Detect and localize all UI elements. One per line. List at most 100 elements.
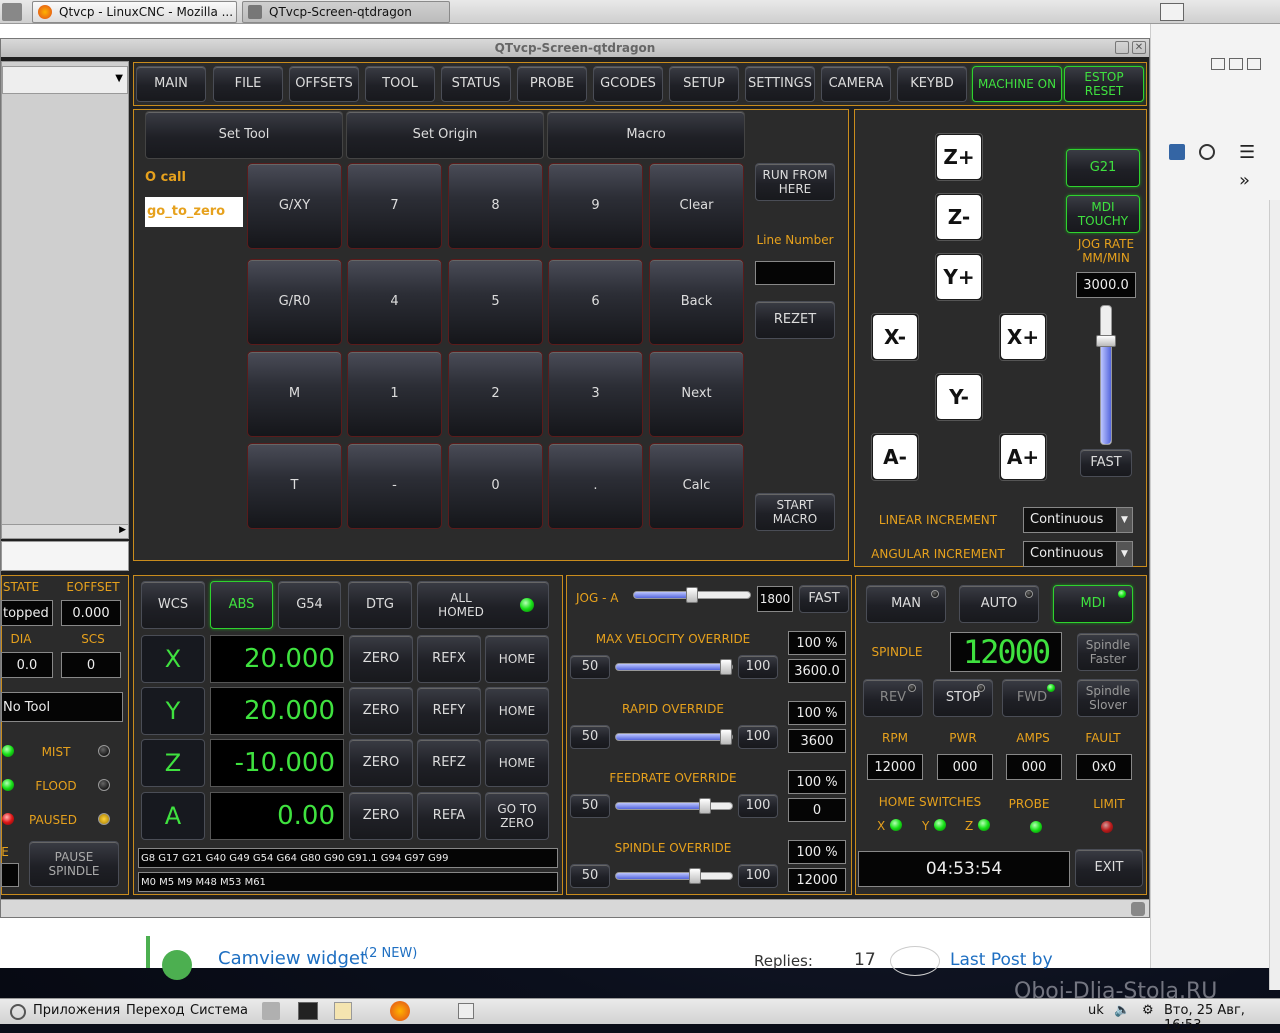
- macro-name-item[interactable]: go_to_zero: [145, 197, 243, 227]
- tab-file[interactable]: FILE: [213, 66, 283, 102]
- taskbar-qtdragon[interactable]: QTvcp-Screen-qtdragon: [242, 1, 450, 23]
- power-icon[interactable]: [10, 1004, 26, 1020]
- keyboard-layout[interactable]: uk: [1088, 1003, 1104, 1018]
- jog-a-slider[interactable]: [633, 587, 751, 603]
- g21-button[interactable]: G21: [1066, 149, 1140, 187]
- jog-a-minus-button[interactable]: A-: [871, 433, 919, 481]
- keypad-key[interactable]: 3: [548, 351, 643, 437]
- show-desktop-icon[interactable]: [2, 3, 22, 21]
- keypad-key[interactable]: 2: [448, 351, 543, 437]
- library-icon[interactable]: [1169, 144, 1185, 160]
- linear-increment-combo[interactable]: Continuous ▼: [1023, 507, 1133, 533]
- keypad-key[interactable]: 0: [448, 443, 543, 529]
- start-macro-button[interactable]: START MACRO: [755, 493, 835, 531]
- spindle-slider[interactable]: [615, 868, 733, 884]
- tab-keybd[interactable]: KEYBD: [897, 66, 967, 102]
- jog-y-plus-button[interactable]: Y+: [935, 253, 983, 301]
- keypad-key[interactable]: Back: [649, 259, 744, 345]
- ref-z-button[interactable]: REFZ: [417, 739, 481, 787]
- tab-main[interactable]: MAIN: [136, 66, 206, 102]
- max_vel-min-button[interactable]: 50: [570, 655, 610, 679]
- system-menu[interactable]: Система: [190, 1003, 248, 1018]
- workspace-icon[interactable]: [1160, 3, 1184, 21]
- estop-reset-button[interactable]: ESTOP RESET: [1064, 66, 1144, 102]
- line-number-input[interactable]: [755, 261, 835, 285]
- rapid-min-button[interactable]: 50: [570, 725, 610, 749]
- jog-z-plus-button[interactable]: Z+: [935, 133, 983, 181]
- browser-scrollbar[interactable]: [1269, 200, 1280, 990]
- tab-settings[interactable]: SETTINGS: [745, 66, 815, 102]
- account-icon[interactable]: [1199, 144, 1215, 160]
- zero-y-button[interactable]: ZERO: [349, 687, 413, 735]
- jog-a-knob[interactable]: [686, 587, 698, 603]
- keypad-key[interactable]: 7: [347, 163, 442, 249]
- jog-y-minus-button[interactable]: Y-: [935, 373, 983, 421]
- file-path-combo[interactable]: ▼: [2, 66, 128, 94]
- spindle-slower-button[interactable]: Spindle Slover: [1077, 679, 1139, 717]
- keypad-key[interactable]: 6: [548, 259, 643, 345]
- horizontal-scrollbar[interactable]: ▶: [2, 524, 128, 538]
- dtg-button[interactable]: DTG: [348, 581, 412, 629]
- clock[interactable]: Вто, 25 Авг, 16:53: [1164, 1003, 1280, 1033]
- ref-a-button[interactable]: REFA: [417, 792, 481, 840]
- feed-slider[interactable]: [615, 798, 733, 814]
- ref-y-button[interactable]: REFY: [417, 687, 481, 735]
- set-tool-button[interactable]: Set Tool: [145, 111, 343, 159]
- keypad-key[interactable]: Calc: [649, 443, 744, 529]
- tab-probe[interactable]: PROBE: [517, 66, 587, 102]
- spindle-min-button[interactable]: 50: [570, 864, 610, 888]
- ref-x-button[interactable]: REFX: [417, 635, 481, 683]
- tab-setup[interactable]: SETUP: [669, 66, 739, 102]
- go-menu[interactable]: Переход: [126, 1003, 185, 1018]
- spindle-faster-button[interactable]: Spindle Faster: [1077, 633, 1139, 671]
- axis-x-button[interactable]: X: [141, 635, 205, 683]
- close-button[interactable]: ✕: [1132, 41, 1146, 54]
- zero-a-button[interactable]: ZERO: [349, 792, 413, 840]
- rapid-knob[interactable]: [720, 729, 732, 745]
- tab-status[interactable]: STATUS: [441, 66, 511, 102]
- last-post-link[interactable]: Last Post by: [950, 950, 1053, 970]
- keypad-key[interactable]: 9: [548, 163, 643, 249]
- keypad-key[interactable]: 8: [448, 163, 543, 249]
- tab-offsets[interactable]: OFFSETS: [289, 66, 359, 102]
- machine-on-button[interactable]: MACHINE ON: [972, 66, 1062, 102]
- forum-topic-link[interactable]: Camview widget: [218, 948, 367, 969]
- keypad-key[interactable]: T: [247, 443, 342, 529]
- jog-a-fast-button[interactable]: FAST: [799, 585, 849, 613]
- abs-button[interactable]: ABS: [210, 581, 273, 629]
- jog-x-minus-button[interactable]: X-: [871, 313, 919, 361]
- apps-menu[interactable]: Приложения: [33, 1003, 120, 1018]
- rapid-max-button[interactable]: 100: [738, 725, 778, 749]
- network-icon[interactable]: ⚙: [1142, 1003, 1154, 1018]
- keypad-key[interactable]: M: [247, 351, 342, 437]
- set-origin-button[interactable]: Set Origin: [346, 111, 544, 159]
- keypad-key[interactable]: G/XY: [247, 163, 342, 249]
- trash-icon[interactable]: [458, 1003, 474, 1019]
- settings-launcher-icon[interactable]: [262, 1002, 280, 1020]
- browser-window-controls[interactable]: [1211, 58, 1275, 72]
- firefox-launcher-icon[interactable]: [390, 1001, 410, 1021]
- feed-max-button[interactable]: 100: [738, 794, 778, 818]
- keypad-key[interactable]: 4: [347, 259, 442, 345]
- home-y-button[interactable]: HOME: [485, 687, 549, 735]
- keypad-key[interactable]: 5: [448, 259, 543, 345]
- axis-y-button[interactable]: Y: [141, 687, 205, 735]
- wcs-button[interactable]: WCS: [141, 581, 205, 629]
- max_vel-max-button[interactable]: 100: [738, 655, 778, 679]
- rapid-slider[interactable]: [615, 729, 733, 745]
- home-x-button[interactable]: HOME: [485, 635, 549, 683]
- jog-a-plus-button[interactable]: A+: [999, 433, 1047, 481]
- zero-z-button[interactable]: ZERO: [349, 739, 413, 787]
- spindle-knob[interactable]: [688, 868, 701, 884]
- home-a-button[interactable]: GO TO ZERO: [485, 792, 549, 840]
- volume-icon[interactable]: 🔈: [1114, 1003, 1130, 1018]
- g54-button[interactable]: G54: [278, 581, 341, 629]
- jog-rate-slider[interactable]: [1096, 305, 1116, 445]
- chevron-right-icon[interactable]: »: [1239, 170, 1250, 191]
- minimize-button[interactable]: [1115, 41, 1129, 54]
- jog-z-minus-button[interactable]: Z-: [935, 193, 983, 241]
- tab-gcodes[interactable]: GCODES: [593, 66, 663, 102]
- zero-x-button[interactable]: ZERO: [349, 635, 413, 683]
- macro-button[interactable]: Macro: [547, 111, 745, 159]
- rezet-button[interactable]: REZET: [755, 301, 835, 339]
